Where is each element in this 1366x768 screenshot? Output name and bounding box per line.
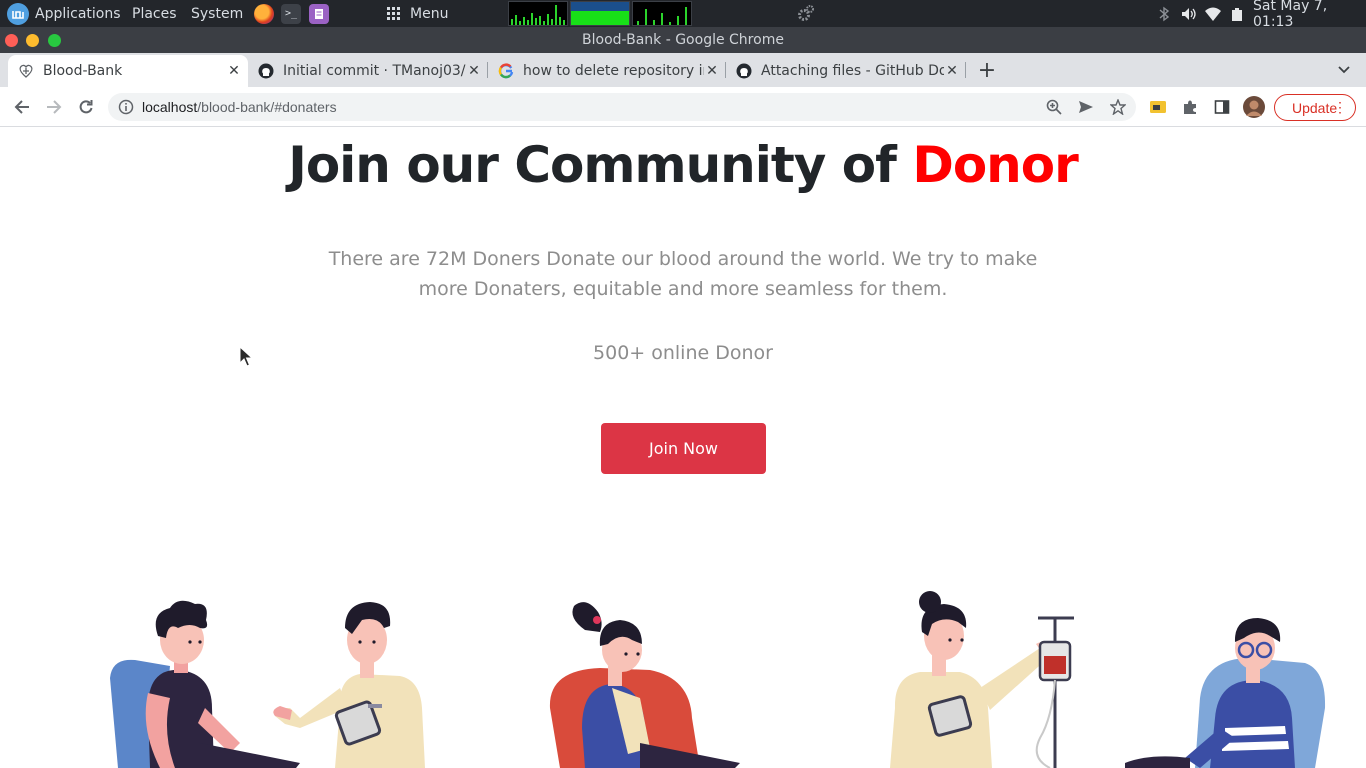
- github-icon: [258, 63, 274, 79]
- mouse-cursor-icon: [239, 346, 253, 367]
- close-tab-icon[interactable]: ✕: [944, 63, 960, 79]
- applications-menu[interactable]: Applications: [35, 0, 121, 27]
- mint-logo-icon[interactable]: [7, 0, 29, 27]
- heading-main: Join our Community of: [288, 136, 913, 194]
- donor-in-blue-chair: [110, 600, 300, 768]
- tab-blood-bank[interactable]: Blood-Bank ✕: [8, 55, 248, 87]
- places-menu[interactable]: Places: [132, 0, 177, 27]
- bookmark-star-icon[interactable]: [1108, 97, 1128, 117]
- donation-illustration: [110, 591, 1326, 768]
- system-menu[interactable]: System: [191, 0, 243, 27]
- clock[interactable]: Sat May 7, 01:13: [1253, 0, 1366, 30]
- new-tab-plus-icon[interactable]: +: [977, 58, 997, 83]
- tab-separator: [725, 62, 726, 78]
- page-heading: Join our Community of Donor: [0, 136, 1366, 194]
- minimize-window-button[interactable]: [26, 34, 39, 47]
- bluetooth-icon[interactable]: [1158, 0, 1170, 27]
- join-now-button[interactable]: Join Now: [601, 423, 766, 474]
- community-description: There are 72M Doners Donate our blood ar…: [328, 248, 1038, 300]
- menu-button[interactable]: Menu: [410, 0, 448, 27]
- window-titlebar[interactable]: Blood-Bank - Google Chrome: [0, 27, 1366, 53]
- more-menu-icon[interactable]: ⋮: [1333, 99, 1347, 115]
- close-tab-icon[interactable]: ✕: [466, 63, 482, 79]
- side-panel-icon[interactable]: [1212, 97, 1232, 117]
- settings-gears-icon[interactable]: [796, 0, 816, 27]
- menu-grid-icon[interactable]: [387, 0, 400, 27]
- desktop-panel: Applications Places System >_ Menu Sat M…: [0, 0, 1366, 30]
- wifi-icon[interactable]: [1204, 0, 1222, 27]
- zoom-icon[interactable]: [1044, 97, 1064, 117]
- online-donor-count: 500+ online Donor: [593, 342, 773, 364]
- blood-bank-favicon-icon: [18, 63, 34, 79]
- url-text[interactable]: localhost/blood-bank/#donaters: [142, 99, 337, 115]
- tab-title: Blood-Bank: [43, 63, 123, 79]
- forward-arrow-icon[interactable]: [44, 97, 64, 117]
- tab-github-commit[interactable]: Initial commit · TManoj03/ ✕: [248, 55, 488, 87]
- tab-title: Attaching files - GitHub Do: [761, 63, 944, 79]
- maximize-window-button[interactable]: [48, 34, 61, 47]
- battery-icon[interactable]: [1231, 0, 1243, 27]
- site-info-icon[interactable]: [116, 97, 136, 117]
- tab-google-search[interactable]: how to delete repository in ✕: [488, 55, 726, 87]
- tab-search-chevron-icon[interactable]: [1334, 60, 1354, 80]
- heading-highlight: Donor: [912, 136, 1078, 194]
- back-arrow-icon[interactable]: [12, 97, 32, 117]
- female-nurse-with-iv: [890, 591, 1074, 768]
- extensions-puzzle-icon[interactable]: [1180, 97, 1200, 117]
- close-window-button[interactable]: [5, 34, 18, 47]
- page-content: Join our Community of Donor There are 72…: [0, 128, 1366, 768]
- tab-separator: [487, 62, 488, 78]
- close-tab-icon[interactable]: ✕: [704, 63, 720, 79]
- terminal-icon[interactable]: >_: [281, 0, 301, 27]
- tab-github-docs[interactable]: Attaching files - GitHub Do ✕: [726, 55, 966, 87]
- update-label: Update: [1292, 99, 1338, 116]
- extension-folder-icon[interactable]: [1148, 97, 1168, 117]
- volume-icon[interactable]: [1181, 0, 1197, 27]
- send-icon[interactable]: [1076, 97, 1096, 117]
- tab-title: Initial commit · TManoj03/: [283, 63, 466, 79]
- tab-separator: [965, 62, 966, 78]
- tab-title: how to delete repository in: [523, 63, 704, 79]
- url-path: /blood-bank/#donaters: [197, 99, 337, 115]
- cpu-monitor-graph: [508, 1, 568, 26]
- tab-strip: Blood-Bank ✕ Initial commit · TManoj03/ …: [0, 53, 1366, 87]
- firefox-icon[interactable]: [254, 0, 274, 27]
- memory-monitor-graph: [570, 1, 630, 26]
- window-title: Blood-Bank - Google Chrome: [582, 32, 784, 48]
- profile-avatar[interactable]: [1243, 96, 1265, 118]
- male-nurse: [273, 602, 425, 768]
- donor-with-glasses: [1125, 618, 1326, 768]
- notes-icon[interactable]: [309, 0, 329, 27]
- update-button[interactable]: Update ⋮: [1274, 94, 1356, 121]
- close-tab-icon[interactable]: ✕: [226, 63, 242, 79]
- google-icon: [498, 63, 514, 79]
- github-icon: [736, 63, 752, 79]
- url-host: localhost: [142, 99, 198, 115]
- reload-icon[interactable]: [76, 97, 96, 117]
- network-monitor-graph: [632, 1, 692, 26]
- donor-in-red-chair: [549, 602, 740, 768]
